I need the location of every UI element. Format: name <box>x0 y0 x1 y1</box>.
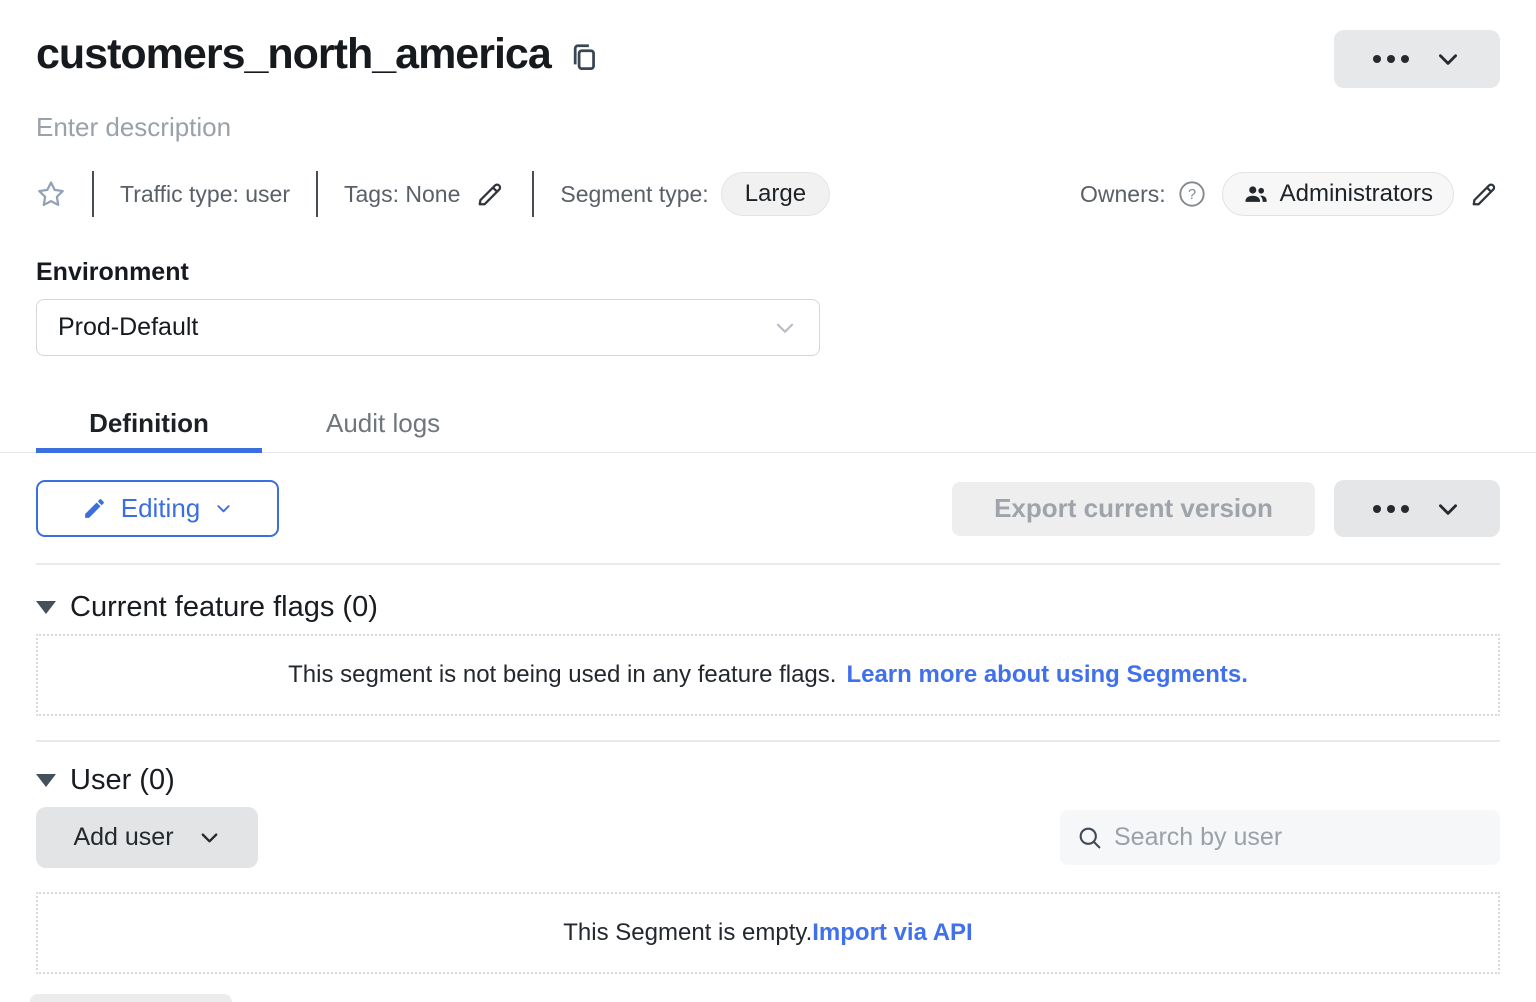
pencil-icon <box>82 496 107 521</box>
definition-toolbar: Editing Export current version <box>36 480 1500 537</box>
learn-more-segments-link[interactable]: Learn more about using Segments. <box>846 661 1247 689</box>
environment-select[interactable]: Prod-Default <box>36 299 820 356</box>
definition-more-actions-button[interactable] <box>1334 480 1500 537</box>
page-title: customers_north_america <box>36 30 551 79</box>
toolbar-right-group: Export current version <box>952 480 1500 537</box>
question-circle-icon: ? <box>1178 180 1206 208</box>
search-icon <box>1076 824 1104 852</box>
feature-flags-section-header[interactable]: Current feature flags (0) <box>36 591 1500 624</box>
user-search-box <box>1060 810 1500 865</box>
tab-bar: Definition Audit logs <box>0 394 1536 453</box>
more-dots-icon <box>1373 505 1409 513</box>
chevron-down-icon <box>198 826 221 849</box>
user-section-title: User (0) <box>70 764 175 797</box>
copy-name-button[interactable] <box>569 42 597 73</box>
description-placeholder[interactable]: Enter description <box>36 112 1500 143</box>
section-divider <box>36 563 1500 565</box>
chevron-down-icon <box>772 315 798 341</box>
import-via-api-link[interactable]: Import via API <box>812 919 972 947</box>
favorite-star-button[interactable] <box>36 179 66 209</box>
edit-owners-button[interactable] <box>1468 178 1500 210</box>
owners-chip-label: Administrators <box>1280 180 1433 208</box>
svg-text:?: ? <box>1188 187 1196 203</box>
feature-flags-section-title: Current feature flags (0) <box>70 591 378 624</box>
chevron-down-icon <box>1435 46 1461 72</box>
triangle-down-icon <box>36 774 56 787</box>
search-by-user-input[interactable] <box>1114 823 1484 852</box>
user-empty-state: This Segment is empty. Import via API <box>36 892 1500 974</box>
section-divider <box>36 740 1500 742</box>
chevron-down-icon <box>1435 496 1461 522</box>
user-empty-text: This Segment is empty. <box>563 919 812 947</box>
add-user-button[interactable]: Add user <box>36 807 258 868</box>
copy-icon <box>569 42 597 73</box>
editing-mode-button[interactable]: Editing <box>36 480 279 537</box>
user-section-header[interactable]: User (0) <box>36 764 1500 797</box>
meta-divider <box>316 171 318 217</box>
tab-audit-logs[interactable]: Audit logs <box>324 394 442 452</box>
tags-text: Tags: None <box>344 181 460 208</box>
traffic-type-text: Traffic type: user <box>120 181 290 208</box>
pencil-icon <box>1468 178 1500 210</box>
owners-group: Owners: ? Administrators <box>1080 172 1500 216</box>
editing-mode-label: Editing <box>121 493 201 524</box>
owners-label: Owners: <box>1080 181 1166 208</box>
clipped-bottom-element <box>30 994 232 1002</box>
meta-divider <box>92 171 94 217</box>
title-group: customers_north_america <box>36 30 597 79</box>
chevron-down-icon <box>214 499 233 518</box>
feature-flags-empty-state: This segment is not being used in any fe… <box>36 634 1500 716</box>
feature-flags-empty-text: This segment is not being used in any fe… <box>288 661 836 689</box>
meta-row: Traffic type: user Tags: None Segment ty… <box>36 170 1500 218</box>
edit-tags-button[interactable] <box>474 178 506 210</box>
meta-divider <box>532 171 534 217</box>
title-row: customers_north_america <box>36 0 1500 88</box>
star-icon <box>36 179 66 209</box>
export-current-version-button[interactable]: Export current version <box>952 482 1315 536</box>
more-dots-icon <box>1373 55 1409 63</box>
tab-definition[interactable]: Definition <box>36 394 262 452</box>
user-controls-row: Add user <box>36 807 1500 868</box>
owners-chip[interactable]: Administrators <box>1222 172 1454 216</box>
triangle-down-icon <box>36 601 56 614</box>
pencil-icon <box>474 178 506 210</box>
page-more-actions-button[interactable] <box>1334 30 1500 88</box>
segment-type-badge: Large <box>721 172 830 216</box>
environment-selected-value: Prod-Default <box>58 313 198 342</box>
segment-detail-page: customers_north_america Enter descriptio… <box>0 0 1536 1002</box>
segment-type-label: Segment type: <box>560 181 708 208</box>
owners-help-button[interactable]: ? <box>1178 180 1206 208</box>
people-icon <box>1243 181 1269 207</box>
add-user-label: Add user <box>73 823 173 852</box>
environment-label: Environment <box>36 258 1500 287</box>
